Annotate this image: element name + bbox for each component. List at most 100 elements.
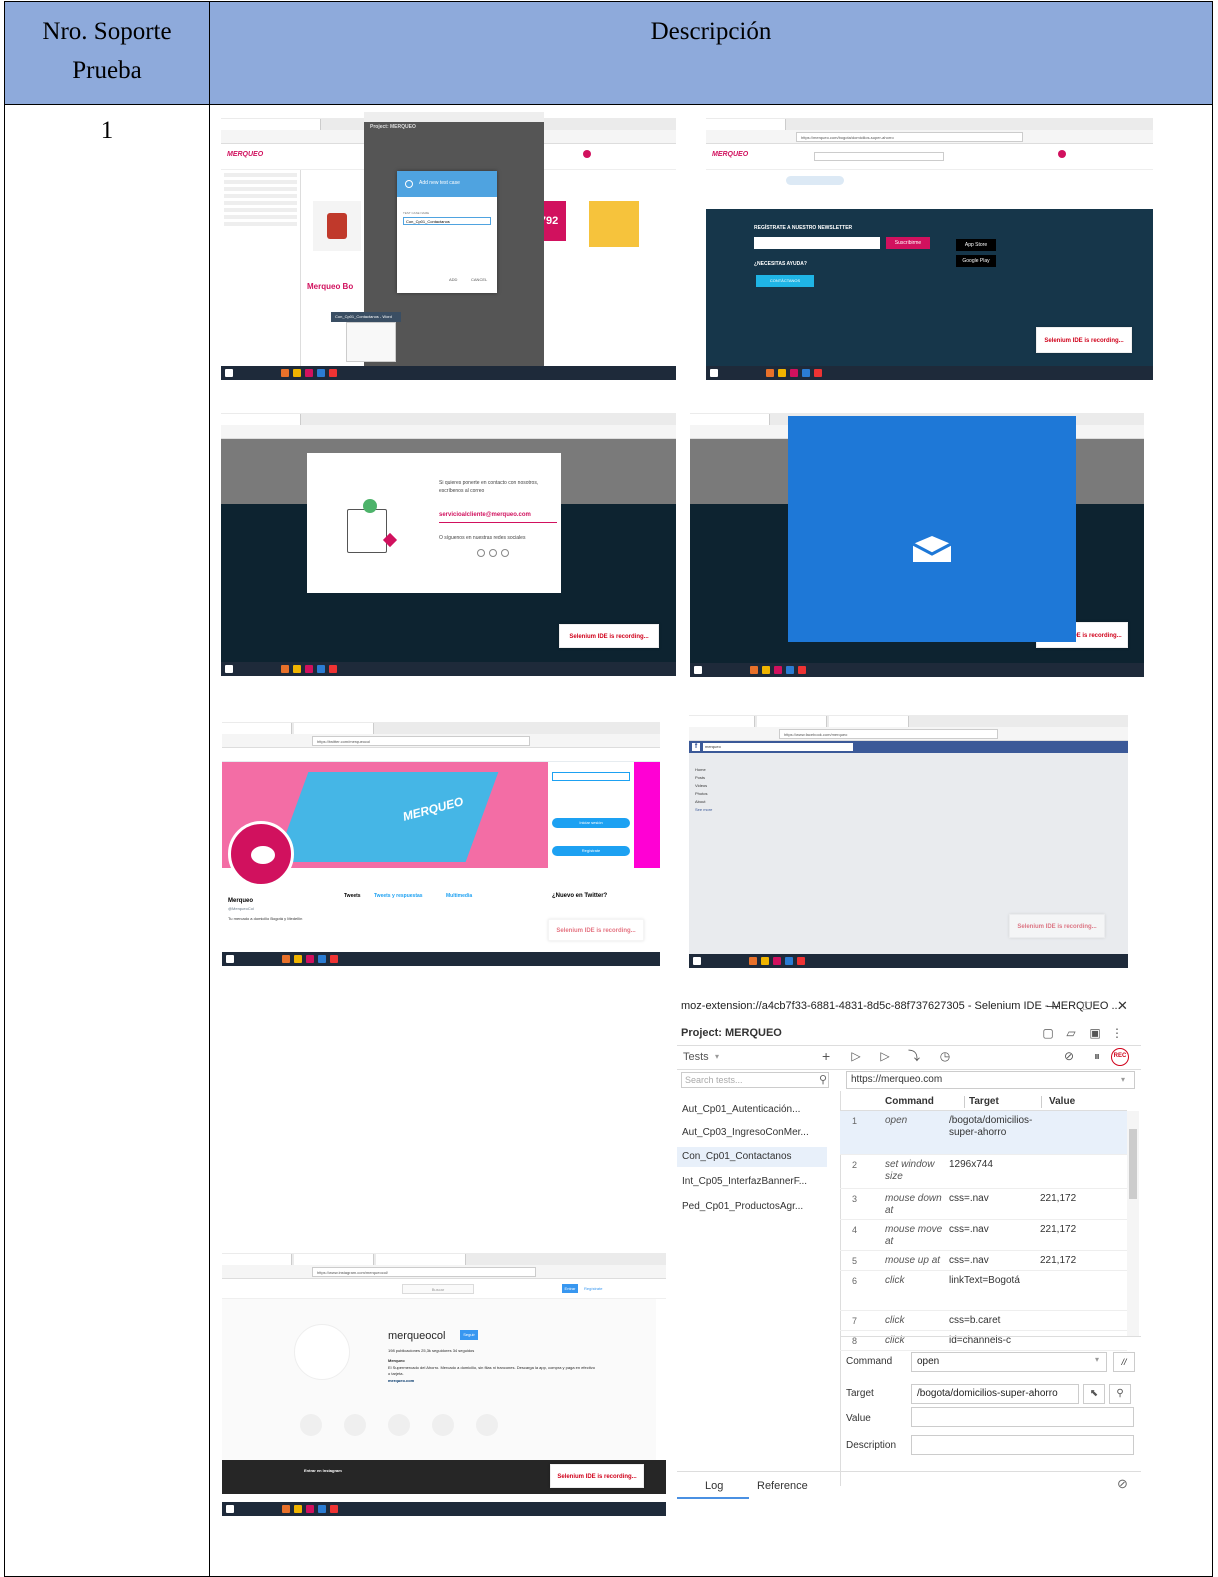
nav-item-about[interactable]: About <box>695 798 759 806</box>
command-row[interactable]: 3 mouse down at css=.nav 221,172 <box>840 1189 1127 1220</box>
comment-toggle-button[interactable]: // <box>1113 1352 1135 1372</box>
login-button[interactable]: Iniciar sesión <box>552 818 630 828</box>
screenshot-merqueo-footer: https://merqueo.com/bogota/domicilios-su… <box>706 109 1153 380</box>
test-item[interactable]: Aut_Cp03_IngresoConMer... <box>682 1124 812 1142</box>
nav-item-photos[interactable]: Photos <box>695 790 759 798</box>
pause-exceptions-icon[interactable]: ⏸ <box>1089 1048 1105 1064</box>
nav-item-posts[interactable]: Posts <box>695 774 759 782</box>
command-row[interactable]: 7 click css=b.caret <box>840 1311 1127 1331</box>
test-item-selected[interactable]: Con_Cp01_Contactanos <box>682 1148 822 1166</box>
command-list-scrollbar[interactable] <box>1127 1111 1139 1336</box>
instagram-signup-link[interactable]: Regístrate <box>584 1284 602 1293</box>
url-field[interactable]: https://www.facebook.com/merqueo <box>779 729 998 739</box>
header-description-text: Descripción <box>650 18 772 45</box>
description-input[interactable] <box>911 1435 1134 1455</box>
url-field[interactable]: https://www.instagram.com/merqueocol/ <box>312 1267 536 1277</box>
facebook-icon[interactable] <box>501 549 509 557</box>
instagram-login-button[interactable]: Entrar <box>562 1284 578 1293</box>
row-target: css=.nav <box>949 1224 989 1235</box>
minimize-button[interactable]: — <box>1047 993 1060 1019</box>
command-row[interactable]: 5 mouse up at css=.nav 221,172 <box>840 1251 1127 1271</box>
url-field[interactable]: https://twitter.com/merqueocol <box>312 736 530 746</box>
signup-button[interactable]: Regístrate <box>552 846 630 856</box>
add-button[interactable]: ADD <box>449 277 457 282</box>
test-item[interactable]: Int_Cp05_InterfazBannerF... <box>682 1173 812 1191</box>
browser-tab <box>829 716 909 727</box>
screenshot-facebook: https://www.facebook.com/merqueo f merqu… <box>689 706 1128 968</box>
contact-button[interactable]: CONTÁCTANOS <box>756 275 814 287</box>
search-box[interactable] <box>814 152 944 161</box>
profile-handle: @MerqueoCol <box>228 906 254 911</box>
command-row[interactable]: 4 mouse move at css=.nav 221,172 <box>840 1220 1127 1251</box>
instagram-icon[interactable] <box>477 549 485 557</box>
facebook-search[interactable]: merqueo <box>703 743 853 751</box>
new-project-icon[interactable]: ▢ <box>1040 1025 1056 1041</box>
selenium-recording-notice: Selenium IDE is recording... <box>1009 914 1105 938</box>
open-project-icon[interactable]: ▱ <box>1063 1025 1079 1041</box>
find-target-icon[interactable]: ⚲ <box>1109 1384 1131 1404</box>
app-store-badge[interactable]: App Store <box>956 239 996 251</box>
nav-item-videos[interactable]: Videos <box>695 782 759 790</box>
save-project-icon[interactable]: ▣ <box>1087 1025 1103 1041</box>
instagram-search[interactable]: Buscar <box>402 1284 474 1294</box>
row-number: 4 <box>852 1225 858 1235</box>
contact-email-link[interactable]: servicioalcliente@merqueo.com <box>439 509 557 523</box>
instagram-bio-name: Merqueo <box>388 1358 405 1363</box>
command-row[interactable]: 8 click id=channels-c <box>840 1331 1127 1351</box>
log-tab[interactable]: Log <box>705 1477 723 1495</box>
google-play-badge[interactable]: Google Play <box>956 255 996 267</box>
windows-taskbar <box>222 952 660 966</box>
nav-item-home[interactable]: Home <box>695 766 759 774</box>
screenshot-contact-modal: Si quieres ponerte en contacto con nosot… <box>221 404 676 676</box>
command-input[interactable]: open <box>911 1352 1107 1372</box>
run-current-icon[interactable]: ▷ <box>877 1048 893 1064</box>
more-options-icon[interactable]: ⋮ <box>1109 1025 1125 1041</box>
windows-taskbar <box>690 663 1144 677</box>
command-row[interactable]: 1 open /bogota/domicilios-super-ahorro <box>840 1111 1127 1155</box>
base-url-field[interactable]: https://merqueo.com <box>846 1071 1135 1089</box>
login-prompt-title: Entrar en Instagram <box>304 1468 342 1473</box>
url-field[interactable]: https://merqueo.com/bogota/domicilios-su… <box>796 132 1023 142</box>
close-button[interactable]: ✕ <box>1117 993 1128 1019</box>
url-dropdown-icon[interactable]: ▾ <box>1121 1073 1125 1087</box>
instagram-bio-link[interactable]: merqueo.com <box>388 1378 414 1383</box>
test-item[interactable]: Aut_Cp01_Autenticación... <box>682 1101 812 1119</box>
subscribe-button[interactable]: Suscribirme <box>886 237 930 249</box>
chevron-down-icon[interactable]: ▾ <box>715 1048 719 1066</box>
reference-tab[interactable]: Reference <box>757 1477 808 1495</box>
command-dropdown-icon[interactable]: ▾ <box>1095 1355 1099 1364</box>
cancel-button[interactable]: CANCEL <box>471 277 487 282</box>
speed-icon[interactable]: ◷ <box>937 1048 953 1064</box>
nav-item-see-more[interactable]: See more <box>695 806 759 814</box>
step-over-icon[interactable]: ⤵ <box>906 1048 922 1064</box>
test-name-input[interactable]: Con_Cp01_Contactanos <box>403 217 491 225</box>
search-tests-input[interactable]: Search tests... <box>681 1072 829 1088</box>
run-all-icon[interactable]: ▷ <box>848 1048 864 1064</box>
maximize-button[interactable]: □ <box>1083 993 1091 1019</box>
browser-tab <box>757 716 827 727</box>
select-target-icon[interactable]: ⬉ <box>1083 1384 1105 1404</box>
test-item[interactable]: Ped_Cp01_ProductosAgr... <box>682 1198 812 1216</box>
value-input[interactable] <box>911 1407 1134 1427</box>
twitter-icon[interactable] <box>489 549 497 557</box>
record-button[interactable]: REC <box>1111 1048 1129 1066</box>
command-row[interactable]: 2 set window size 1296x744 <box>840 1155 1127 1189</box>
browser-tab <box>222 723 292 734</box>
newsletter-input[interactable] <box>754 237 880 249</box>
tweets-tab[interactable]: Tweets <box>344 893 361 899</box>
media-tab[interactable]: Multimedia <box>446 893 472 899</box>
command-row[interactable]: 6 click linkText=Bogotá <box>840 1271 1127 1311</box>
tests-dropdown-label[interactable]: Tests <box>683 1048 709 1066</box>
header-support-number-text: Nro. Soporte Prueba <box>42 18 172 84</box>
tweets-replies-tab[interactable]: Tweets y respuestas <box>374 893 423 899</box>
add-test-button[interactable]: + <box>822 1046 830 1066</box>
row-number: 3 <box>852 1194 858 1204</box>
row-command: set window size <box>885 1159 935 1182</box>
header-cell-description: Descripción <box>210 2 1212 104</box>
url-bar: https://www.instagram.com/merqueocol/ <box>222 1265 666 1279</box>
command-label: Command <box>846 1356 893 1367</box>
disable-breakpoints-icon[interactable]: ⊘ <box>1061 1048 1077 1064</box>
clear-log-icon[interactable]: ⊘ <box>1117 1475 1128 1493</box>
target-input[interactable]: /bogota/domicilios-super-ahorro <box>911 1384 1079 1404</box>
instagram-follow-button[interactable]: Seguir <box>460 1330 478 1340</box>
